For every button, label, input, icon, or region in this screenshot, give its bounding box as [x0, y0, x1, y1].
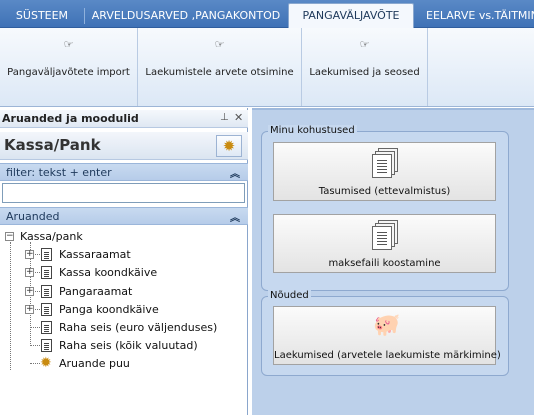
receipts-marking-button[interactable]: 🐖 Laekumised (arvetele laekumiste märkim…: [273, 306, 501, 365]
tree-root-label: Kassa/pank: [20, 230, 83, 243]
tree-connector: [30, 327, 40, 328]
tree-item-label: Panga koondkäive: [59, 303, 159, 316]
tree-connector: [35, 291, 40, 292]
payment-file-button[interactable]: maksefaili koostamine: [273, 214, 496, 273]
hand-pointer-icon: ☞: [359, 38, 370, 51]
tree-item[interactable]: + Panga koondkäive: [0, 301, 240, 318]
ribbon-tab-bar: SÜSTEEM ARVELDUSARVED ,PANGAKONTOD PANGA…: [0, 0, 534, 29]
ribbon-group: ☞ Laekumised ja seosed: [302, 28, 428, 106]
document-icon: [41, 285, 52, 298]
tree-item[interactable]: Raha seis (euro väljenduses): [0, 319, 240, 336]
pin-icon[interactable]: ⊥: [220, 112, 229, 123]
document-icon: [41, 248, 52, 261]
tree-connector: [35, 254, 40, 255]
tree-item[interactable]: + Pangaraamat: [0, 283, 240, 300]
receipts-and-links-button[interactable]: ☞ Laekumised ja seosed: [302, 34, 427, 94]
tab-arveldusarved[interactable]: ARVELDUSARVED ,PANGAKONTOD: [86, 5, 286, 28]
chevron-up-icon[interactable]: ︽: [230, 209, 240, 224]
tab-separator: [84, 8, 85, 24]
document-stack-icon: [372, 220, 398, 250]
tree-item-label: Aruande puu: [59, 357, 130, 370]
hand-pointer-icon: ☞: [214, 38, 225, 51]
tree-item[interactable]: + Kassa koondkäive: [0, 264, 240, 281]
chevron-up-icon[interactable]: ︽: [230, 165, 240, 180]
tree-item[interactable]: Raha seis (kõik valuutad): [0, 337, 240, 354]
tree-connector: [30, 363, 40, 364]
ribbon-group: ☞ Pangaväljavõtete import: [0, 28, 138, 106]
tree-item-label: Raha seis (kõik valuutad): [59, 339, 198, 352]
tree-item-label: Pangaraamat: [59, 285, 133, 298]
group-title: Nõuded: [268, 290, 311, 301]
expand-icon[interactable]: +: [25, 250, 34, 259]
tab-susteem[interactable]: SÜSTEEM: [2, 5, 82, 28]
payments-preparation-button[interactable]: Tasumised (ettevalmistus): [273, 142, 496, 201]
expand-icon[interactable]: +: [25, 268, 34, 277]
tree-item-label: Kassa koondkäive: [59, 266, 158, 279]
button-label: Pangaväljavõtete import: [7, 67, 130, 78]
button-label: Laekumistele arvete otsimine: [145, 67, 294, 78]
gear-icon: ✹: [222, 137, 236, 155]
ribbon-panel: ☞ Pangaväljavõtete import ☞ Laekumistele…: [0, 28, 534, 107]
button-label: Laekumised (arvetele laekumiste märkimin…: [274, 350, 501, 361]
reports-modules-panel: Aruanded ja moodulid ⊥ ✕ Kassa/Pank ✹ fi…: [0, 108, 248, 415]
tree-connector: [35, 272, 40, 273]
tab-pangavaljavote[interactable]: PANGAVÄLJAVÕTE: [288, 3, 414, 29]
main-content-area: Minu kohustused Tasumised (ettevalmistus…: [252, 108, 534, 415]
collapse-icon[interactable]: −: [5, 232, 14, 241]
ribbon-group: ☞ Laekumistele arvete otsimine: [138, 28, 302, 106]
document-icon: [41, 321, 52, 334]
tree-item-label: Kassaraamat: [59, 248, 131, 261]
button-label: Tasumised (ettevalmistus): [318, 186, 451, 197]
gear-icon: ✹: [40, 355, 52, 371]
tree-item-label: Raha seis (euro väljenduses): [59, 321, 218, 334]
module-header: Kassa/Pank ✹: [0, 132, 248, 160]
panel-title: Aruanded ja moodulid: [2, 112, 139, 125]
panel-header: Aruanded ja moodulid ⊥ ✕: [0, 110, 248, 128]
button-label: maksefaili koostamine: [328, 258, 441, 269]
hand-pointer-icon: ☞: [63, 38, 74, 51]
piggy-bank-icon: 🐖: [373, 313, 401, 338]
document-icon: [41, 266, 52, 279]
module-settings-button[interactable]: ✹: [216, 135, 242, 157]
filter-input[interactable]: [2, 183, 245, 203]
tree-item[interactable]: ✹ Aruande puu: [0, 355, 240, 372]
reports-section-header[interactable]: Aruanded ︽: [0, 207, 248, 225]
filter-bar[interactable]: filter: tekst + enter ︽: [0, 163, 248, 181]
tree-item[interactable]: + Kassaraamat: [0, 246, 240, 263]
tab-eelarve[interactable]: EELARVE vs.TÄITMINE: [418, 5, 534, 28]
import-statements-button[interactable]: ☞ Pangaväljavõtete import: [0, 34, 137, 94]
reports-label: Aruanded: [6, 210, 60, 223]
document-icon: [41, 303, 52, 316]
tree-connector: [35, 309, 40, 310]
tree-connector: [30, 345, 40, 346]
expand-icon[interactable]: +: [25, 305, 34, 314]
module-title: Kassa/Pank: [4, 136, 101, 154]
document-icon: [41, 339, 52, 352]
expand-icon[interactable]: +: [25, 287, 34, 296]
find-invoices-button[interactable]: ☞ Laekumistele arvete otsimine: [138, 34, 301, 94]
content-divider: [252, 108, 534, 110]
filter-label: filter: tekst + enter: [6, 166, 112, 179]
close-icon[interactable]: ✕: [234, 111, 243, 124]
group-title: Minu kohustused: [268, 125, 357, 136]
tree-root[interactable]: − Kassa/pank: [0, 228, 240, 245]
document-stack-icon: [372, 148, 398, 178]
button-label: Laekumised ja seosed: [309, 67, 420, 78]
